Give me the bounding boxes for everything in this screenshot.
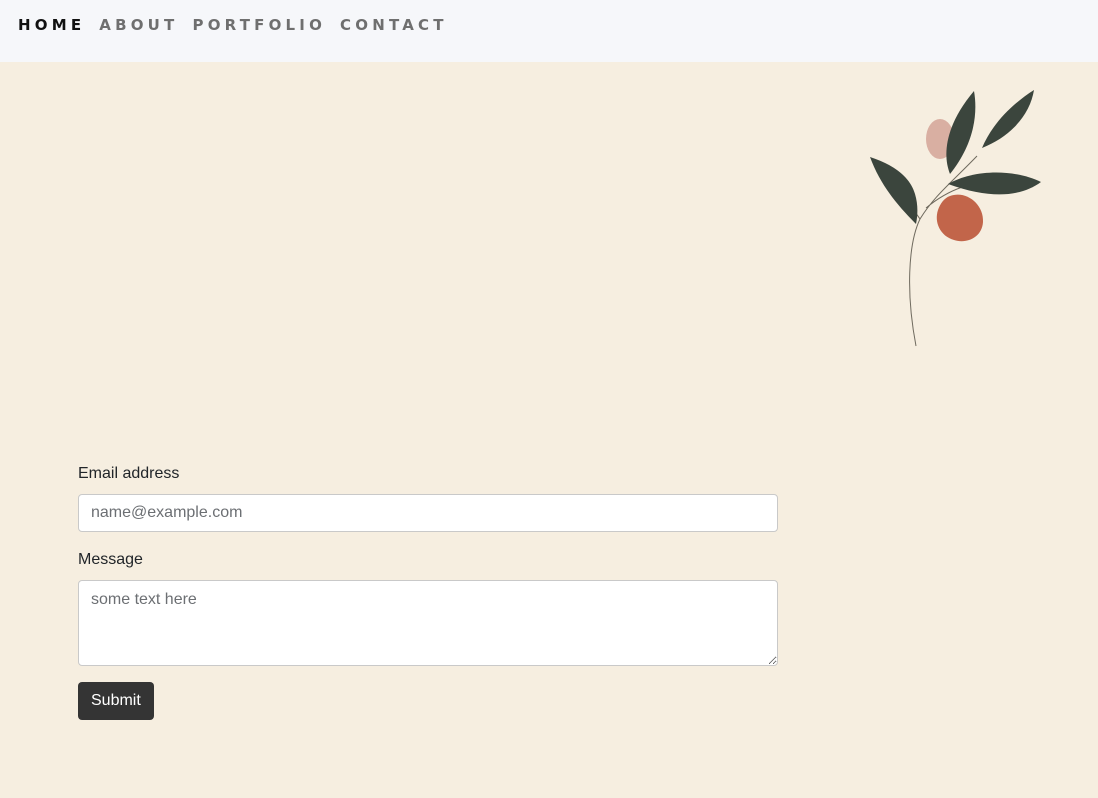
message-textarea[interactable]	[78, 580, 778, 666]
leaf-right	[948, 172, 1041, 195]
leaf-top-right	[982, 90, 1034, 148]
nav-home-link[interactable]: HOME	[18, 16, 85, 34]
message-label: Message	[78, 551, 143, 568]
nav-portfolio-link[interactable]: PORTFOLIO	[193, 16, 327, 34]
top-navbar: HOME ABOUT PORTFOLIO CONTACT	[0, 0, 1098, 62]
email-field[interactable]	[78, 494, 778, 532]
leaf-branch-icon	[870, 90, 1041, 347]
nav-contact-link[interactable]: CONTACT	[340, 16, 448, 34]
nav-about-link[interactable]: ABOUT	[99, 16, 178, 34]
large-berry	[936, 194, 984, 242]
submit-button[interactable]: Submit	[78, 682, 154, 720]
email-label: Email address	[78, 465, 180, 482]
leaf-bottom-left	[870, 157, 918, 224]
contact-form: Email address Message Submit	[78, 464, 778, 720]
